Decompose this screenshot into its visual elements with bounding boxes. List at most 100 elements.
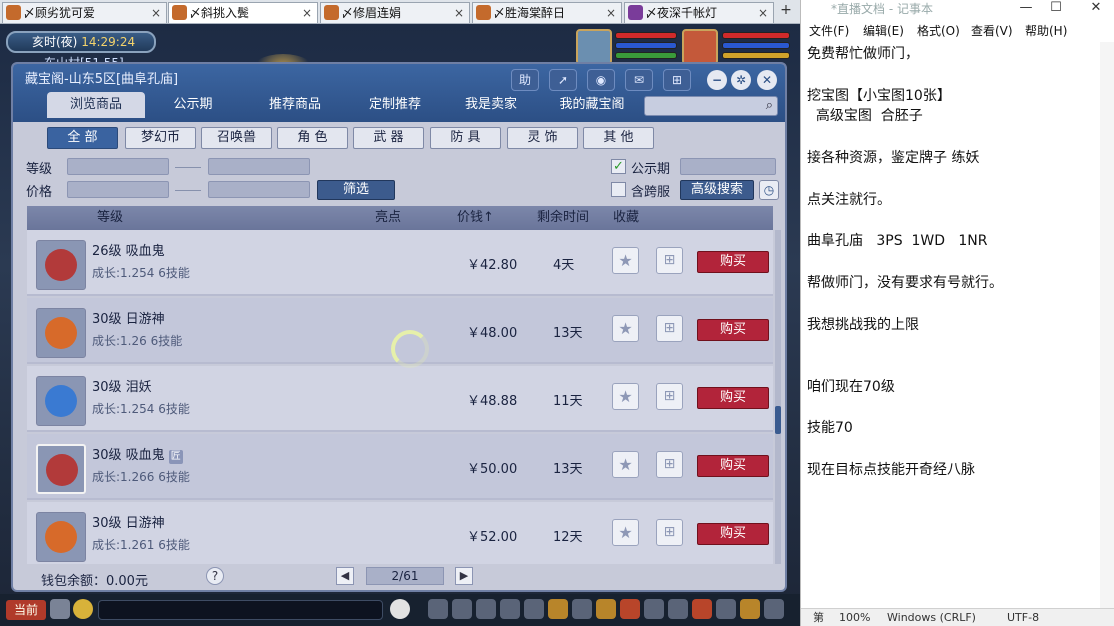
category-armor[interactable]: 防 具 — [430, 127, 501, 149]
category-pets[interactable]: 召唤兽 — [201, 127, 272, 149]
tab-public-period[interactable]: 公示期 — [153, 92, 233, 118]
menu-view[interactable]: 查看(V) — [971, 20, 1013, 42]
options-icon[interactable]: ✲ — [731, 70, 751, 90]
event-icon[interactable] — [692, 599, 712, 619]
chat-icon[interactable]: ✉ — [625, 69, 653, 91]
category-all[interactable]: 全 部 — [47, 127, 118, 149]
advanced-search-button[interactable]: 高级搜索 — [680, 180, 754, 200]
settings-icon[interactable]: ◉ — [587, 69, 615, 91]
pet-thumbnail[interactable] — [36, 376, 86, 426]
tab-seller[interactable]: 我是卖家 — [449, 92, 533, 118]
prev-page-button[interactable]: ◀ — [336, 567, 354, 585]
guild-icon[interactable] — [572, 599, 592, 619]
list-scrollbar[interactable] — [775, 230, 781, 564]
public-period-checkbox[interactable]: ✓ — [611, 159, 626, 174]
add-to-cart-icon[interactable]: ⊞ — [656, 315, 683, 342]
tab-5[interactable]: 〆夜深千帐灯 × — [624, 2, 774, 23]
reward-icon[interactable] — [596, 599, 616, 619]
pet-face-icon[interactable] — [390, 599, 410, 619]
player-portrait[interactable] — [682, 29, 718, 65]
pet-thumbnail[interactable] — [36, 308, 86, 358]
notepad-scrollbar[interactable] — [1100, 42, 1114, 608]
add-to-cart-icon[interactable]: ⊞ — [656, 383, 683, 410]
close-icon[interactable]: × — [606, 3, 616, 23]
help-icon[interactable]: ? — [206, 567, 224, 585]
category-roles[interactable]: 角 色 — [277, 127, 348, 149]
task-icon[interactable] — [524, 599, 544, 619]
col-remaining[interactable]: 剩余时间 — [537, 206, 589, 230]
tab-browse[interactable]: 浏览商品 — [47, 92, 145, 118]
add-to-cart-icon[interactable]: ⊞ — [656, 451, 683, 478]
col-highlight[interactable]: 亮点 — [375, 206, 401, 230]
friend-icon[interactable] — [644, 599, 664, 619]
menu-format[interactable]: 格式(O) — [917, 20, 960, 42]
public-period-select[interactable] — [680, 158, 776, 175]
buy-button[interactable]: 购买 — [697, 387, 769, 409]
gift-icon[interactable] — [548, 599, 568, 619]
tab-3[interactable]: 〆修眉连娟 × — [320, 2, 470, 23]
share-icon[interactable]: ➚ — [549, 69, 577, 91]
table-row[interactable]: 30级 泪妖 成长:1.254 6技能 ￥48.88 11天 ★ ⊞ 购买 — [27, 366, 773, 432]
close-icon[interactable]: × — [758, 3, 768, 23]
level-max-input[interactable] — [208, 158, 310, 175]
shop-icon[interactable] — [740, 599, 760, 619]
next-page-button[interactable]: ▶ — [455, 567, 473, 585]
close-icon[interactable]: × — [454, 3, 464, 23]
emoji-icon[interactable] — [73, 599, 93, 619]
favorite-star-icon[interactable]: ★ — [612, 383, 639, 410]
close-icon[interactable]: × — [302, 3, 312, 23]
pet-icon[interactable] — [500, 599, 520, 619]
favorite-star-icon[interactable]: ★ — [612, 247, 639, 274]
category-coins[interactable]: 梦幻币 — [125, 127, 196, 149]
tab-custom-recommend[interactable]: 定制推荐 — [349, 92, 441, 118]
close-icon[interactable]: × — [151, 3, 161, 23]
filter-button[interactable]: 筛选 — [317, 180, 395, 200]
category-other[interactable]: 其 他 — [583, 127, 654, 149]
favorite-star-icon[interactable]: ★ — [612, 315, 639, 342]
menu-help[interactable]: 帮助(H) — [1025, 20, 1067, 42]
pet-thumbnail[interactable] — [36, 240, 86, 290]
pet-portrait[interactable] — [576, 29, 612, 65]
pet-thumbnail[interactable] — [36, 512, 86, 562]
favorite-star-icon[interactable]: ★ — [612, 519, 639, 546]
search-icon[interactable]: ⌕ — [766, 98, 773, 113]
category-accessories[interactable]: 灵 饰 — [507, 127, 578, 149]
tab-2[interactable]: 〆斜挑入鬓 × — [168, 2, 318, 23]
tab-1[interactable]: 〆顾劣犹可爱 × — [2, 2, 167, 23]
search-input[interactable]: ⌕ — [644, 96, 778, 116]
add-to-cart-icon[interactable]: ⊞ — [656, 247, 683, 274]
tab-4[interactable]: 〆胜海棠醉日 × — [472, 2, 622, 23]
map-icon[interactable] — [716, 599, 736, 619]
buy-button[interactable]: 购买 — [697, 319, 769, 341]
tab-my-pavilion[interactable]: 我的藏宝阁 — [543, 92, 641, 118]
add-to-cart-icon[interactable]: ⊞ — [656, 519, 683, 546]
scrollbar-thumb[interactable] — [775, 406, 781, 434]
team-icon[interactable] — [476, 599, 496, 619]
table-row[interactable]: 30级 吸血鬼匠 成长:1.266 6技能 ￥50.00 13天 ★ ⊞ 购买 — [27, 434, 773, 500]
buy-button[interactable]: 购买 — [697, 523, 769, 545]
close-button[interactable]: ✕ — [1081, 0, 1111, 20]
col-price[interactable]: 价钱↑ — [457, 206, 494, 230]
minimize-button[interactable]: — — [1011, 0, 1041, 20]
close-icon[interactable]: ✕ — [757, 70, 777, 90]
cart-icon[interactable]: ⊞ — [663, 69, 691, 91]
channel-button[interactable]: 当前 — [6, 600, 46, 620]
cross-server-checkbox[interactable] — [611, 182, 626, 197]
price-max-input[interactable] — [208, 181, 310, 198]
maximize-button[interactable]: ☐ — [1041, 0, 1071, 20]
tab-recommended[interactable]: 推荐商品 — [249, 92, 341, 118]
buy-button[interactable]: 购买 — [697, 455, 769, 477]
system-icon[interactable] — [764, 599, 784, 619]
menu-edit[interactable]: 编辑(E) — [863, 20, 904, 42]
level-min-input[interactable] — [67, 158, 169, 175]
category-weapons[interactable]: 武 器 — [353, 127, 424, 149]
item-icon[interactable] — [428, 599, 448, 619]
table-row[interactable]: 30级 日游神 成长:1.261 6技能 ￥52.00 12天 ★ ⊞ 购买 — [27, 502, 773, 564]
minimize-icon[interactable]: − — [707, 70, 727, 90]
buy-button[interactable]: 购买 — [697, 251, 769, 273]
menu-file[interactable]: 文件(F) — [809, 20, 849, 42]
microphone-icon[interactable] — [50, 599, 70, 619]
pet-thumbnail[interactable] — [36, 444, 86, 494]
favorite-star-icon[interactable]: ★ — [612, 451, 639, 478]
col-level[interactable]: 等级 — [97, 206, 123, 230]
